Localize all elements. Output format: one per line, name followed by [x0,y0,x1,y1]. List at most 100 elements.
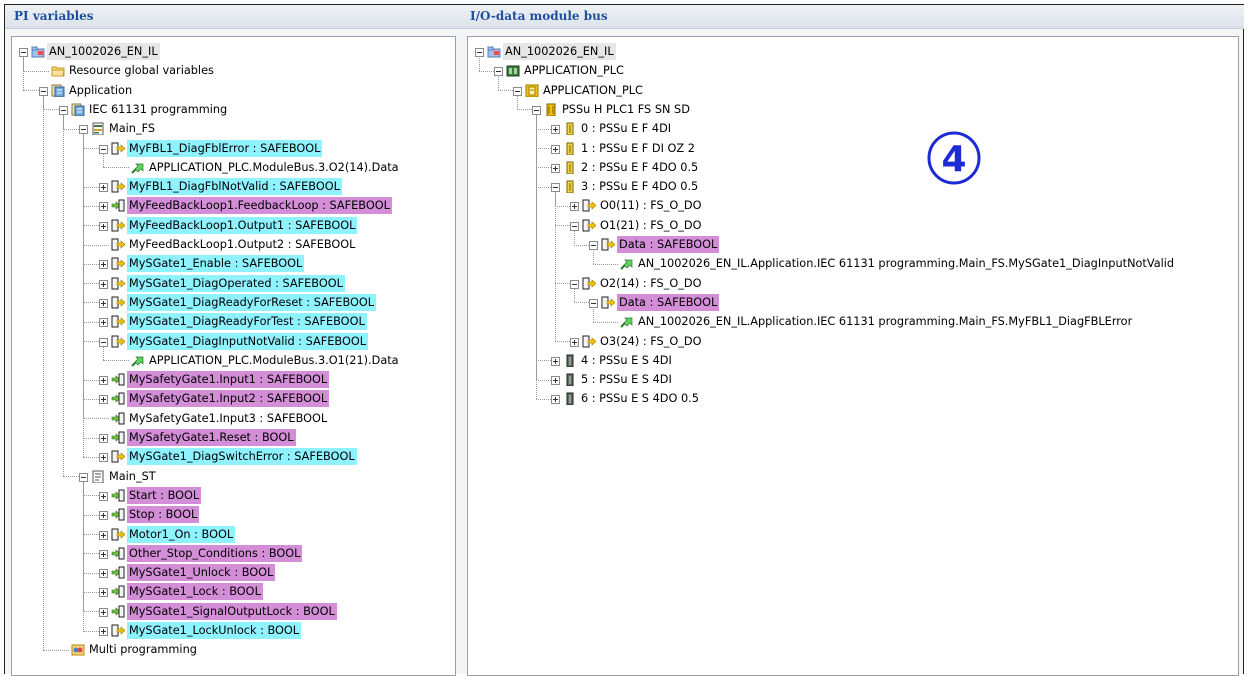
tree-node-label: PSSu H PLC1 FS SN SD [562,102,690,116]
expand-icon[interactable] [99,607,108,617]
collapse-icon[interactable] [494,67,503,77]
tree-node-label: 4 : PSSu E S 4DI [581,353,672,367]
collapse-icon[interactable] [79,472,88,482]
tree-node-label: MyFeedBackLoop1.Output1 : SAFEBOOL [127,216,358,234]
expand-icon[interactable] [99,434,108,443]
plc-module-icon [525,84,539,97]
tree-node-label: Other_Stop_Conditions : BOOL [127,544,303,562]
io-data-tree-container[interactable]: AN_1002026_EN_IL APPLICATION_PLC APPLICATI… [467,36,1239,676]
expand-icon[interactable] [99,569,108,579]
tree-connector [593,249,594,264]
collapse-icon[interactable] [475,48,484,57]
tree-node-label: MySGate1_Enable : SAFEBOOL [127,255,305,273]
collapse-icon[interactable] [513,86,522,96]
tree-node-label: 2 : PSSu E F 4DO 0.5 [581,160,699,174]
expand-icon[interactable] [551,356,560,366]
collapse-icon[interactable] [570,221,579,231]
collapse-icon[interactable] [589,298,598,308]
collapse-icon[interactable] [551,183,560,193]
tree-connector [43,94,44,650]
tree-node-label: MySGate1_Lock : BOOL [127,583,263,601]
expand-icon[interactable] [99,221,108,231]
tree-node-label: Application [69,83,133,97]
io-data-module-bus-title: I/O-data module bus [461,5,1244,29]
tree-node-label: MySGate1_DiagOperated : SAFEBOOL [127,274,345,292]
collapse-icon[interactable] [99,337,108,347]
tree-connector [574,287,575,303]
output-var-icon [601,296,615,309]
expand-icon[interactable] [99,183,108,193]
tree-connector [23,70,49,72]
expand-icon[interactable] [551,163,560,173]
tree-node-label: MyFBL1_DiagFblNotValid : SAFEBOOL [127,178,342,196]
input-var-icon [111,566,125,579]
collapse-icon[interactable] [99,144,108,154]
tree-connector [593,263,618,265]
input-var-icon [111,199,125,212]
output-var-icon [582,335,596,347]
tree-node-label: MySGate1_SignalOutputLock : BOOL [127,602,337,620]
expand-icon[interactable] [570,337,579,347]
tree-node-label: Data : SAFEBOOL [617,293,720,311]
tree-connector [83,133,84,457]
tree-node-label: APPLICATION_PLC.ModuleBus.3.O2(14).Data [149,160,399,174]
output-var-icon [111,528,125,540]
expand-icon[interactable] [551,376,560,386]
pi-variables-title: PI variables [5,5,461,29]
program-st-icon [92,470,104,483]
collapse-icon[interactable] [79,125,88,135]
expand-icon[interactable] [99,376,108,386]
application-icon [71,103,85,116]
input-var-icon [111,585,125,598]
expand-icon[interactable] [99,395,108,405]
tree-node-label: 0 : PSSu E F 4DI [581,122,672,136]
expand-icon[interactable] [99,279,108,289]
expand-icon[interactable] [551,125,560,135]
expand-icon[interactable] [551,144,560,154]
tree-node-label: Data : SAFEBOOL [617,236,720,253]
collapse-icon[interactable] [570,279,579,289]
collapse-icon[interactable] [59,105,68,115]
folder-icon [51,66,65,77]
tree-node-label: APPLICATION_PLC [524,64,624,78]
expand-icon[interactable] [99,260,108,270]
collapse-icon[interactable] [19,48,28,57]
output-var-icon [582,219,596,232]
tree-node-label: AN_1002026_EN_IL.Application.IEC 61131 p… [638,315,1133,329]
tree-node-label: Motor1_On : BOOL [127,525,236,543]
expand-icon[interactable] [570,202,579,212]
tree-connector [83,418,109,420]
tree-connector [574,229,575,245]
tree-node-label: O1(21) : FS_O_DO [600,218,702,232]
input-var-icon [111,392,125,405]
expand-icon[interactable] [99,588,108,598]
expand-icon[interactable] [99,491,108,501]
expand-icon[interactable] [99,530,108,540]
safe-module-icon [566,122,574,136]
tree-connector [43,649,69,651]
output-var-icon [582,277,596,290]
collapse-icon[interactable] [532,105,541,115]
expand-icon[interactable] [99,202,108,212]
output-var-icon [111,180,125,193]
output-var-icon [111,624,125,637]
expand-icon[interactable] [99,318,108,328]
tree-connector [536,113,537,399]
step-4-badge: 4 [927,131,981,185]
tree-node-label: AN_1002026_EN_IL [47,43,160,60]
expand-icon[interactable] [99,298,108,308]
link-icon [620,259,633,271]
expand-icon[interactable] [99,511,108,521]
expand-icon[interactable] [551,395,560,405]
expand-icon[interactable] [99,627,108,636]
pi-variables-tree-container[interactable]: AN_1002026_EN_IL Resource global variable… [11,36,456,676]
collapse-icon[interactable] [39,86,48,96]
link-icon [131,163,144,174]
tree-node-label: O2(14) : FS_O_DO [600,276,702,290]
expand-icon[interactable] [99,549,108,559]
tree-connector [83,480,84,631]
input-var-icon [111,508,125,521]
expand-icon[interactable] [99,453,108,463]
collapse-icon[interactable] [589,241,598,250]
tree-node-label: APPLICATION_PLC [543,83,643,97]
